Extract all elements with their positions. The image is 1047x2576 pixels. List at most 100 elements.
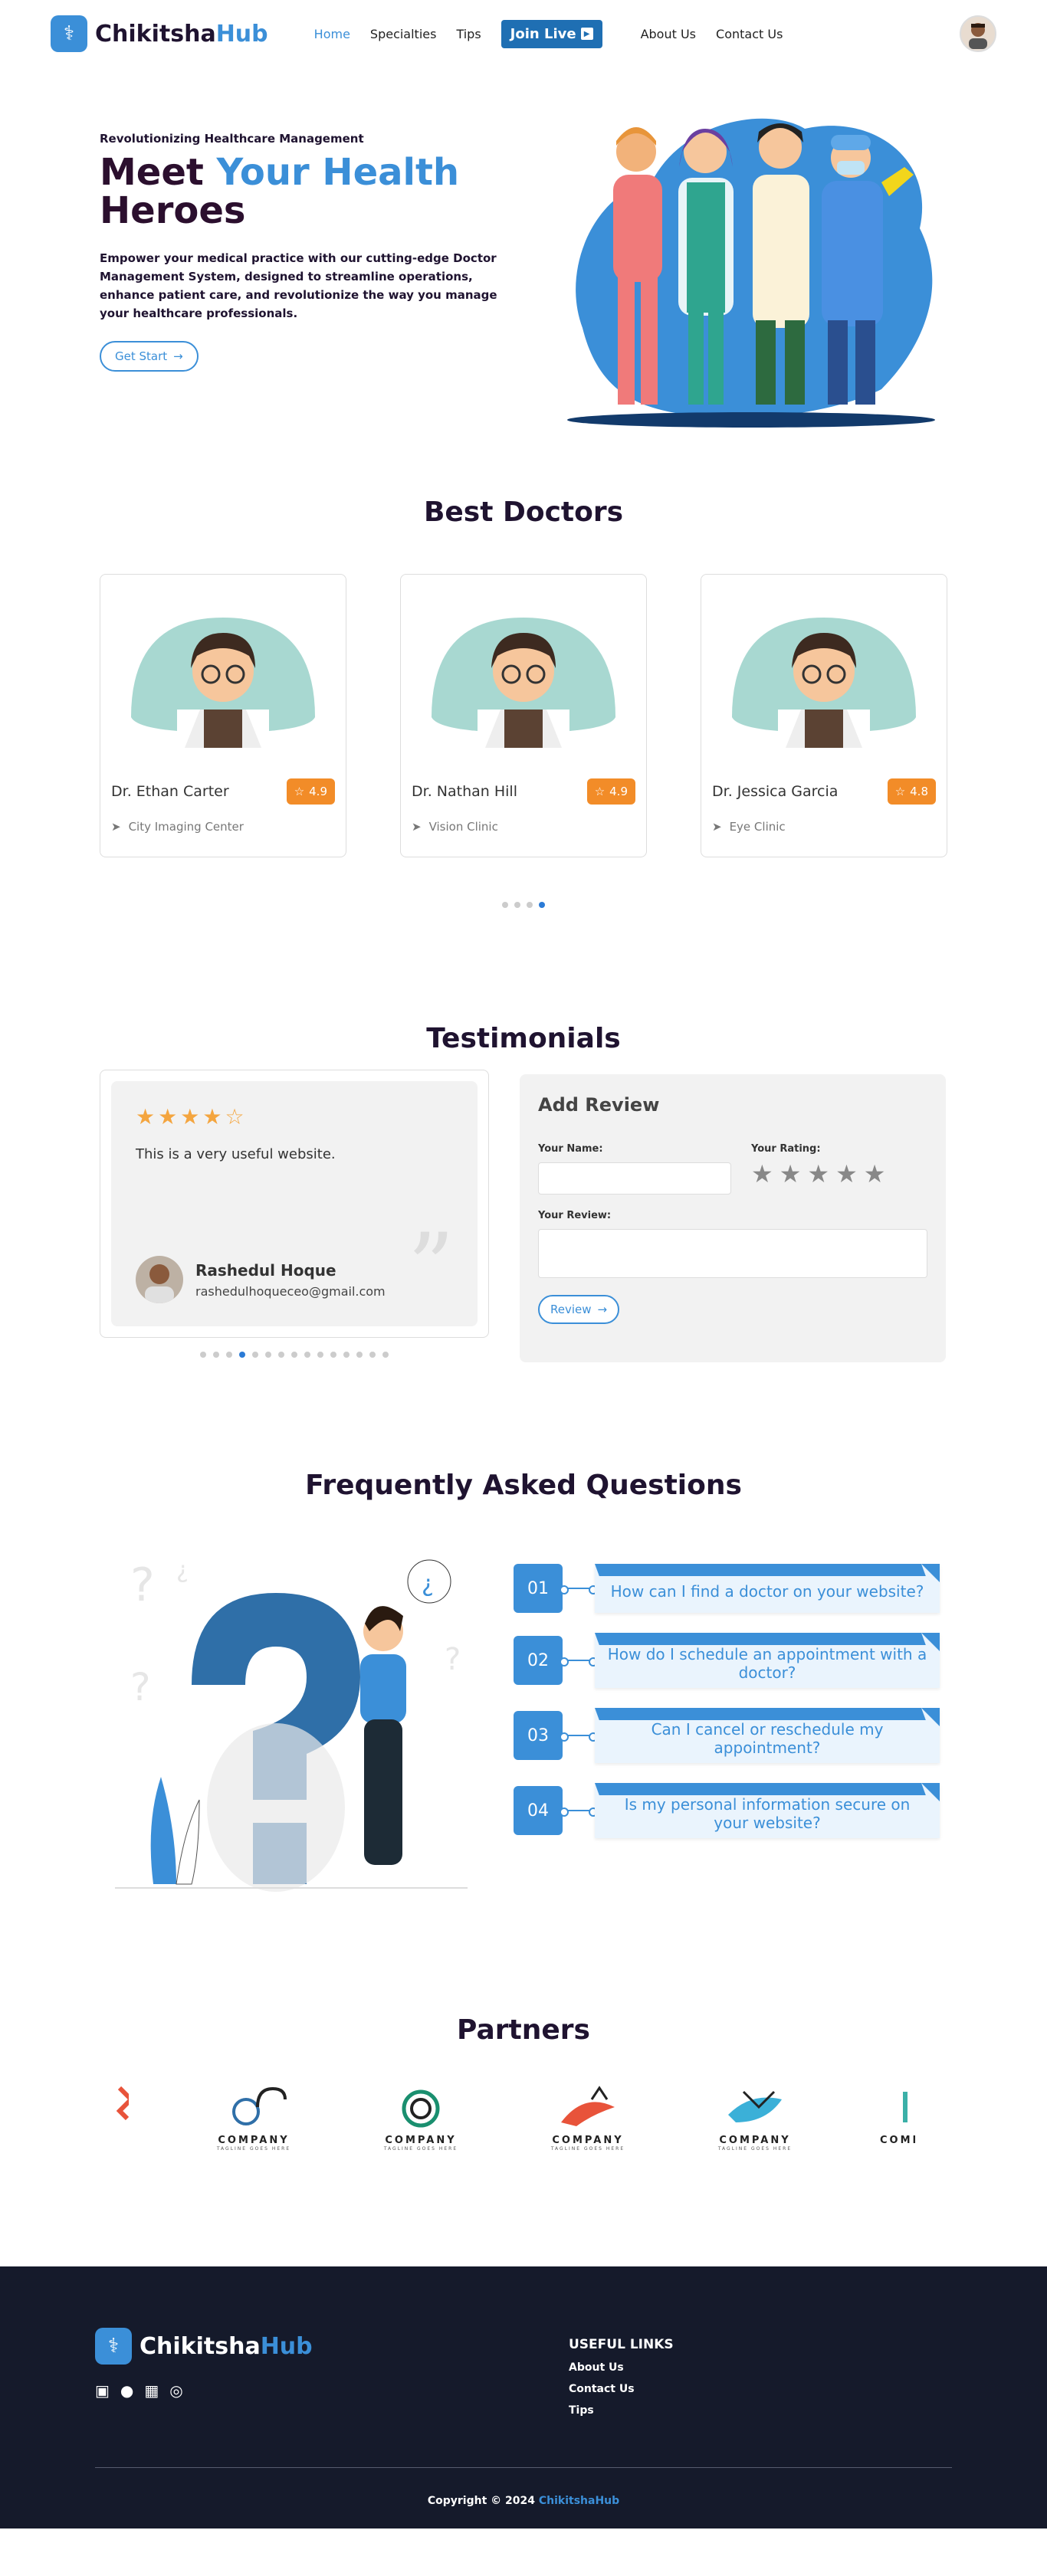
svg-text:?: ? — [130, 1558, 155, 1612]
carousel-dot[interactable] — [343, 1352, 350, 1358]
name-input[interactable] — [538, 1162, 731, 1195]
doctor-photo — [712, 587, 936, 748]
section-title: Testimonials — [426, 1023, 621, 1054]
arrow-right-icon: → — [597, 1303, 608, 1316]
faq-section: Frequently Asked Questions ? ¿ ? ? ¿ 01 … — [0, 1362, 1047, 1899]
clinic-name: City Imaging Center — [128, 820, 244, 834]
carousel-dot[interactable] — [330, 1352, 336, 1358]
star-icon[interactable]: ★ — [780, 1159, 802, 1188]
faq-connector — [560, 1732, 598, 1742]
faq-connector — [560, 1585, 598, 1594]
rating-badge: ☆ 4.9 — [286, 778, 335, 805]
star-icon[interactable]: ★ — [751, 1159, 773, 1188]
doctor-card[interactable]: Dr. Jessica Garcia ☆ 4.8 ➤ Eye Clinic — [701, 574, 947, 857]
star-icon[interactable]: ★ — [835, 1159, 858, 1188]
faq-item[interactable]: 02 How do I schedule an appointment with… — [514, 1633, 940, 1688]
footer-link-tips[interactable]: Tips — [569, 2404, 674, 2417]
nav-specialties[interactable]: Specialties — [370, 27, 437, 41]
svg-text:?: ? — [130, 1665, 151, 1709]
facebook-icon[interactable]: ● — [120, 2381, 133, 2400]
carousel-dot[interactable] — [356, 1352, 363, 1358]
faq-number: 01 — [514, 1564, 563, 1613]
logo[interactable]: ⚕ ChikitshaHub — [51, 15, 268, 52]
carousel-dot[interactable] — [226, 1352, 232, 1358]
star-icon[interactable]: ★ — [864, 1159, 886, 1188]
doctor-card[interactable]: Dr. Ethan Carter ☆ 4.9 ➤ City Imaging Cente… — [100, 574, 346, 857]
doctor-clinic: ➤ Vision Clinic — [412, 820, 635, 834]
faq-question[interactable]: Is my personal information secure on you… — [595, 1783, 940, 1838]
play-icon: ▶ — [580, 28, 593, 40]
author-email: rashedulhoqueceo@gmail.com — [195, 1283, 386, 1299]
carousel-dot[interactable] — [213, 1352, 219, 1358]
partner-logos: COMPANY TAGLINE GOES HERE COMPANY TAGLINE … — [0, 2084, 1047, 2161]
copyright-brand[interactable]: ChikitshaHub — [539, 2495, 619, 2507]
partner-logo — [110, 2084, 129, 2161]
get-start-button[interactable]: Get Start → — [100, 340, 199, 372]
rating-label: Your Rating: — [751, 1143, 821, 1155]
partner-logo: COMPANY — [880, 2084, 915, 2161]
carousel-dot[interactable] — [317, 1352, 323, 1358]
logo-text-main: Chikitsha — [139, 2332, 261, 2360]
hero-title-part: Heroes — [100, 189, 246, 233]
rating-value: 4.9 — [609, 785, 628, 798]
faq-item[interactable]: 03 Can I cancel or reschedule my appoint… — [514, 1708, 940, 1763]
faq-item[interactable]: 01 How can I find a doctor on your websi… — [514, 1564, 940, 1613]
carousel-dot[interactable] — [527, 902, 533, 908]
carousel-dot[interactable] — [252, 1352, 258, 1358]
carousel-dot[interactable] — [265, 1352, 271, 1358]
carousel-dot[interactable] — [239, 1352, 245, 1358]
doctor-clinic: ➤ City Imaging Center — [111, 820, 335, 834]
join-live-button[interactable]: Join Live ▶ — [501, 19, 602, 48]
user-avatar[interactable] — [960, 15, 996, 52]
location-arrow-icon: ➤ — [712, 820, 722, 834]
copyright: Copyright © 2024 ChikitshaHub — [0, 2495, 1047, 2507]
carousel-dot[interactable] — [304, 1352, 310, 1358]
faq-question[interactable]: Can I cancel or reschedule my appointmen… — [595, 1708, 940, 1763]
useful-links: USEFUL LINKS About Us Contact Us Tips — [569, 2337, 674, 2417]
linkedin-icon[interactable]: ▦ — [144, 2381, 159, 2400]
doctor-carousel-dots — [0, 902, 1047, 908]
carousel-dot[interactable] — [382, 1352, 389, 1358]
nav-tips[interactable]: Tips — [456, 27, 481, 41]
logo-text-main: Chikitsha — [95, 20, 216, 48]
faq-item[interactable]: 04 Is my personal information secure on … — [514, 1783, 940, 1838]
doctor-photo — [111, 587, 335, 748]
faq-question[interactable]: How do I schedule an appointment with a … — [595, 1633, 940, 1688]
hero-kicker: Revolutionizing Healthcare Management — [100, 132, 364, 146]
partner-label: COMPANY — [385, 2135, 457, 2146]
footer-logo[interactable]: ⚕ ChikitshaHub — [95, 2328, 952, 2365]
nav-about[interactable]: About Us — [641, 27, 696, 41]
star-icon[interactable]: ★ — [807, 1159, 829, 1188]
footer-link-contact[interactable]: Contact Us — [569, 2383, 674, 2395]
nav-contact[interactable]: Contact Us — [716, 27, 783, 41]
doctor-clinic: ➤ Eye Clinic — [712, 820, 936, 834]
add-review-form: Add Review Your Name: Your Rating: ★ ★ ★ ★ ★… — [520, 1074, 946, 1362]
footer-link-about[interactable]: About Us — [569, 2361, 674, 2374]
svg-text:¿: ¿ — [176, 1557, 189, 1584]
partner-tagline: TAGLINE GOES HERE — [383, 2146, 458, 2152]
review-label: Your Review: — [538, 1210, 612, 1221]
name-label: Your Name: — [538, 1143, 603, 1155]
doctor-card[interactable]: Dr. Nathan Hill ☆ 4.9 ➤ Vision Clinic — [400, 574, 647, 857]
location-arrow-icon: ➤ — [412, 820, 422, 834]
instagram-icon[interactable]: ◎ — [169, 2381, 182, 2400]
carousel-dot[interactable] — [502, 902, 508, 908]
review-submit-button[interactable]: Review → — [538, 1295, 620, 1324]
twitch-icon[interactable]: ▣ — [95, 2381, 110, 2400]
partners-section: Partners COMPANY TAGLINE GOES HERE COMPAN… — [0, 1899, 1047, 2161]
section-title: Best Doctors — [423, 497, 624, 528]
review-form-title: Add Review — [538, 1094, 660, 1116]
review-button-label: Review — [550, 1303, 592, 1316]
doctor-photo — [412, 587, 635, 748]
author-name: Rashedul Hoque — [195, 1260, 336, 1280]
faq-question[interactable]: How can I find a doctor on your website? — [595, 1564, 940, 1613]
carousel-dot[interactable] — [278, 1352, 284, 1358]
carousel-dot[interactable] — [514, 902, 520, 908]
logo-text-accent: Hub — [215, 20, 268, 48]
carousel-dot[interactable] — [539, 902, 545, 908]
carousel-dot[interactable] — [369, 1352, 376, 1358]
review-textarea[interactable] — [538, 1229, 927, 1278]
carousel-dot[interactable] — [200, 1352, 206, 1358]
carousel-dot[interactable] — [291, 1352, 297, 1358]
nav-home[interactable]: Home — [314, 27, 350, 41]
